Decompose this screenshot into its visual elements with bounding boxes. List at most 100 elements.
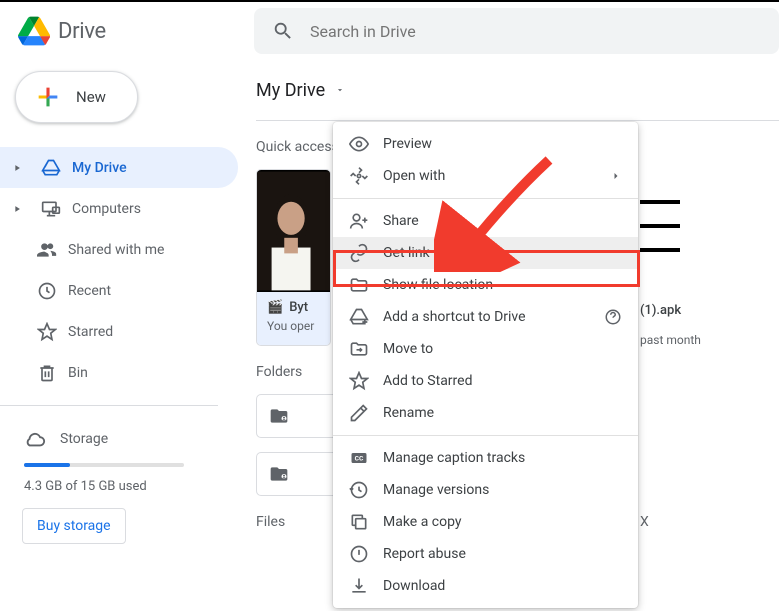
sidebar-item-my-drive[interactable]: My Drive	[0, 147, 238, 188]
drive-icon	[30, 158, 72, 178]
clock-icon	[26, 281, 68, 301]
menu-label: Get link	[383, 245, 622, 261]
person-add-icon	[349, 211, 383, 231]
storage-used-text: 4.3 GB of 15 GB used	[24, 479, 238, 494]
star-icon	[26, 322, 68, 342]
menu-make-copy[interactable]: Make a copy	[333, 506, 638, 538]
divider	[333, 435, 638, 436]
menu-download[interactable]: Download	[333, 570, 638, 602]
report-icon	[349, 544, 383, 564]
computers-icon	[30, 199, 72, 219]
copy-icon	[349, 512, 383, 532]
sidebar-item-label: Shared with me	[68, 242, 164, 258]
menu-move-to[interactable]: Move to	[333, 333, 638, 365]
menu-get-link[interactable]: Get link	[333, 237, 638, 269]
cc-icon: CC	[349, 448, 383, 468]
menu-report-abuse[interactable]: Report abuse	[333, 538, 638, 570]
open-with-icon	[349, 166, 383, 186]
buy-storage-button[interactable]: Buy storage	[22, 508, 126, 544]
card-title: (1).apk	[640, 303, 681, 318]
card-info: 🎬 Byt You oper	[257, 292, 330, 345]
menu-share[interactable]: Share	[333, 205, 638, 237]
folder-icon	[349, 275, 383, 295]
plus-icon	[34, 83, 62, 111]
sidebar-item-shared[interactable]: Shared with me	[0, 229, 238, 270]
star-icon	[349, 371, 383, 391]
card-subtitle: You oper	[267, 319, 320, 333]
sidebar: New My Drive Computers Shared with me Re…	[0, 60, 238, 611]
new-button-label: New	[76, 88, 106, 106]
menu-manage-captions[interactable]: CC Manage caption tracks	[333, 442, 638, 474]
storage-section: Storage 4.3 GB of 15 GB used Buy storage	[0, 418, 238, 544]
menu-open-with[interactable]: Open with	[333, 160, 638, 192]
folder-icon	[269, 406, 289, 426]
chevron-down-icon	[335, 85, 345, 95]
svg-text:CC: CC	[355, 455, 364, 463]
menu-preview[interactable]: Preview	[333, 128, 638, 160]
header: Drive	[0, 2, 779, 60]
storage-bar	[24, 463, 184, 467]
caret-right-icon	[12, 204, 30, 214]
menu-label: Preview	[383, 136, 622, 152]
menu-label: Open with	[383, 168, 622, 184]
menu-label: Download	[383, 578, 622, 594]
sidebar-nav: My Drive Computers Shared with me Recent…	[0, 147, 238, 393]
menu-label: Share	[383, 213, 622, 229]
menu-label: Make a copy	[383, 514, 622, 530]
folder-label: X	[640, 514, 649, 530]
menu-add-starred[interactable]: Add to Starred	[333, 365, 638, 397]
drive-logo-icon	[18, 16, 50, 46]
history-icon	[349, 480, 383, 500]
sidebar-item-storage[interactable]: Storage	[0, 418, 238, 459]
sidebar-item-label: Recent	[68, 283, 111, 299]
menu-label: Add to Starred	[383, 373, 622, 389]
mydrive-dropdown[interactable]: My Drive	[256, 74, 779, 106]
search-icon	[272, 20, 294, 42]
menu-label: Move to	[383, 341, 622, 357]
eye-icon	[349, 134, 383, 154]
storage-label: Storage	[60, 431, 108, 447]
new-button[interactable]: New	[15, 71, 138, 123]
divider	[256, 120, 779, 121]
video-thumb	[257, 170, 330, 292]
folder-chip[interactable]	[256, 394, 341, 438]
sidebar-item-starred[interactable]: Starred	[0, 311, 238, 352]
caret-right-icon	[12, 163, 30, 173]
search-input[interactable]	[310, 22, 761, 41]
menu-label: Add a shortcut to Drive	[383, 309, 622, 325]
sidebar-item-bin[interactable]: Bin	[0, 352, 238, 393]
video-icon: 🎬	[267, 300, 283, 315]
menu-label: Manage caption tracks	[383, 450, 622, 466]
sidebar-item-label: My Drive	[72, 160, 127, 176]
sidebar-item-label: Starred	[68, 324, 113, 340]
people-icon	[26, 240, 68, 260]
menu-rename[interactable]: Rename	[333, 397, 638, 429]
menu-label: Rename	[383, 405, 622, 421]
folder-icon	[269, 464, 289, 484]
cloud-icon	[24, 428, 46, 450]
card-title: Byt	[289, 300, 308, 315]
doc-lines-icon	[640, 200, 680, 252]
trash-icon	[26, 363, 68, 383]
quick-card-video[interactable]: 🎬 Byt You oper	[256, 169, 331, 346]
brand-text: Drive	[58, 19, 106, 44]
sidebar-item-label: Bin	[68, 365, 88, 381]
menu-label: Show file location	[383, 277, 622, 293]
logo-area: Drive	[18, 16, 254, 46]
card-subtitle: past month	[640, 333, 701, 347]
move-icon	[349, 339, 383, 359]
divider	[0, 405, 218, 406]
menu-add-shortcut[interactable]: Add a shortcut to Drive	[333, 301, 638, 333]
help-icon[interactable]	[604, 308, 622, 326]
menu-show-location[interactable]: Show file location	[333, 269, 638, 301]
mydrive-title: My Drive	[256, 80, 325, 101]
menu-manage-versions[interactable]: Manage versions	[333, 474, 638, 506]
drive-shortcut-icon	[349, 307, 383, 327]
menu-label: Report abuse	[383, 546, 622, 562]
sidebar-item-recent[interactable]: Recent	[0, 270, 238, 311]
search-bar[interactable]	[254, 8, 779, 54]
folder-chip[interactable]	[256, 452, 341, 496]
divider	[333, 198, 638, 199]
menu-label: Manage versions	[383, 482, 622, 498]
sidebar-item-computers[interactable]: Computers	[0, 188, 238, 229]
